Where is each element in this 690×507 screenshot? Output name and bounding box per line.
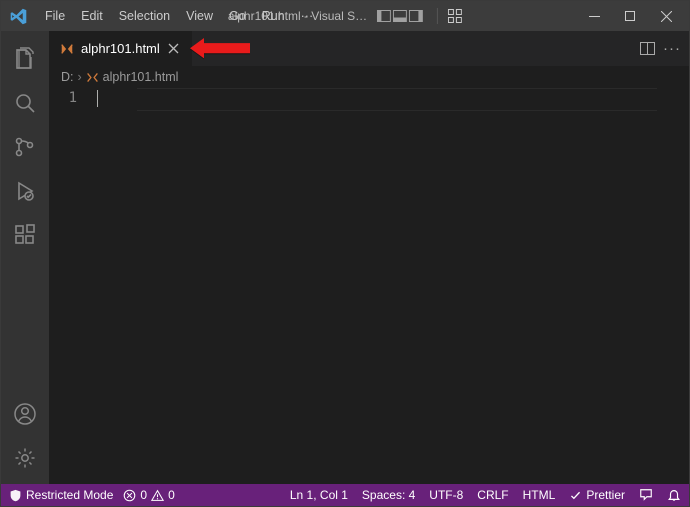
status-cursor[interactable]: Ln 1, Col 1	[288, 488, 350, 502]
tab-alphr101[interactable]: alphr101.html	[49, 31, 193, 66]
html-file-icon	[59, 41, 75, 57]
line-gutter: 1	[49, 88, 95, 484]
window: File Edit Selection View Go Run ··· alph…	[0, 0, 690, 507]
menu-selection[interactable]: Selection	[111, 5, 178, 27]
breadcrumb: D: › alphr101.html	[49, 66, 689, 88]
code-area[interactable]	[95, 88, 675, 484]
shield-icon	[9, 489, 22, 502]
titlebar: File Edit Selection View Go Run ··· alph…	[1, 1, 689, 31]
status-eol[interactable]: CRLF	[475, 488, 510, 502]
status-spaces[interactable]: Spaces: 4	[360, 488, 417, 502]
status-prettier[interactable]: Prettier	[567, 488, 627, 502]
chevron-right-icon: ›	[78, 70, 82, 84]
run-debug-icon[interactable]	[1, 169, 49, 213]
tab-more-icon[interactable]: ···	[663, 40, 681, 57]
split-editor-icon[interactable]	[640, 42, 655, 55]
editor-area: alphr101.html ··· D: ›	[49, 31, 689, 484]
check-icon	[569, 489, 582, 502]
accounts-icon[interactable]	[1, 392, 49, 436]
warning-icon	[151, 489, 164, 502]
minimize-button[interactable]	[577, 2, 611, 30]
html-file-icon	[86, 71, 99, 84]
line-number: 1	[49, 90, 77, 106]
status-bar: Restricted Mode 0 0 Ln 1, Col 1 Spaces: …	[1, 484, 689, 506]
tab-close-icon[interactable]	[166, 41, 182, 57]
status-problems[interactable]: 0 0	[121, 488, 176, 502]
scrollbar-vertical[interactable]	[675, 88, 689, 484]
menu-edit[interactable]: Edit	[73, 5, 111, 27]
editor-body: 1	[49, 88, 689, 484]
close-button[interactable]	[649, 2, 683, 30]
status-language[interactable]: HTML	[521, 488, 558, 502]
layout-controls[interactable]	[373, 10, 427, 22]
menu-view[interactable]: View	[178, 5, 221, 27]
status-encoding[interactable]: UTF-8	[427, 488, 465, 502]
menu-file[interactable]: File	[37, 5, 73, 27]
settings-gear-icon[interactable]	[1, 436, 49, 480]
status-notifications-icon[interactable]	[665, 488, 683, 502]
vscode-logo-icon	[7, 5, 29, 27]
source-control-icon[interactable]	[1, 125, 49, 169]
maximize-button[interactable]	[613, 2, 647, 30]
crumb-drive[interactable]: D:	[61, 70, 74, 84]
tab-label: alphr101.html	[81, 41, 160, 56]
crumb-file[interactable]: alphr101.html	[103, 70, 179, 84]
status-feedback-icon[interactable]	[637, 488, 655, 502]
error-icon	[123, 489, 136, 502]
customize-layout-icon[interactable]	[448, 9, 462, 23]
text-cursor	[97, 90, 98, 107]
window-controls	[577, 2, 683, 30]
activity-bar	[1, 31, 49, 484]
tab-bar: alphr101.html ···	[49, 31, 689, 66]
body: alphr101.html ··· D: ›	[1, 31, 689, 484]
extensions-icon[interactable]	[1, 213, 49, 257]
explorer-icon[interactable]	[1, 37, 49, 81]
window-title: alphr101.html - Visual S…	[228, 8, 462, 24]
status-restricted[interactable]: Restricted Mode	[7, 488, 115, 502]
search-icon[interactable]	[1, 81, 49, 125]
